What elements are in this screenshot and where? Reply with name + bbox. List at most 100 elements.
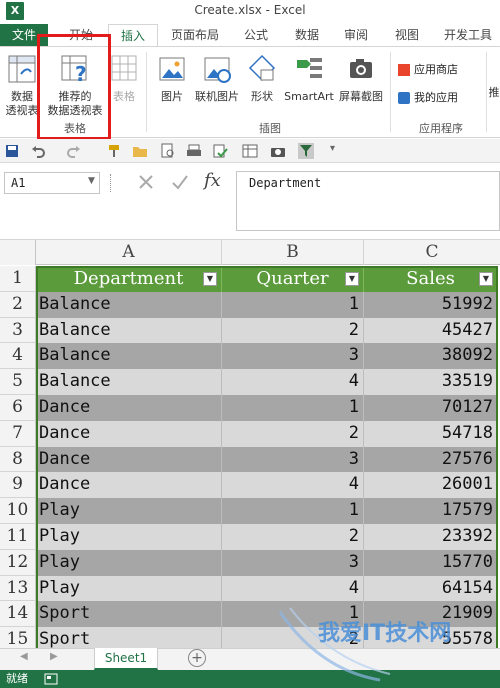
column-header-a[interactable]: A [36, 240, 222, 265]
cancel-formula-icon[interactable] [136, 172, 156, 192]
column-header-b[interactable]: B [222, 240, 364, 265]
cell-quarter[interactable]: 4 [222, 369, 364, 395]
row-header[interactable]: 12 [0, 549, 36, 576]
app-store-button[interactable]: 应用商店 [398, 62, 478, 78]
enter-formula-icon[interactable] [170, 172, 190, 192]
smartart-button[interactable]: SmartArt [282, 54, 336, 104]
cell-sales[interactable]: 23392 [364, 524, 498, 550]
shapes-button[interactable]: 形状 [244, 54, 280, 104]
tab-view[interactable]: 视图 [384, 24, 430, 46]
pivot-table-button[interactable]: 数据 透视表 [2, 54, 42, 118]
my-apps-button[interactable]: 我的应用 [398, 90, 488, 106]
cell-department[interactable]: Balance [36, 369, 222, 395]
spell-check-icon[interactable] [212, 143, 228, 159]
filter-dropdown-icon[interactable]: ▼ [479, 272, 493, 286]
cell-quarter[interactable]: 1 [222, 498, 364, 524]
cell-department[interactable]: Sport [36, 601, 222, 628]
cell-sales[interactable]: 26001 [364, 472, 498, 499]
redo-icon[interactable] [66, 143, 82, 159]
picture-button[interactable]: 图片 [154, 54, 190, 104]
row-header[interactable]: 8 [0, 446, 36, 473]
filter-dropdown-icon[interactable]: ▼ [345, 272, 359, 286]
formula-input[interactable]: Department [236, 171, 500, 231]
print-icon[interactable] [186, 143, 202, 159]
cell-department[interactable]: Dance [36, 420, 222, 447]
row-header[interactable]: 14 [0, 601, 36, 628]
cell-quarter[interactable]: 1 [222, 601, 364, 628]
column-header-c[interactable]: C [364, 240, 500, 265]
cell-department[interactable]: Play [36, 575, 222, 602]
cell-sales[interactable]: 70127 [364, 395, 498, 421]
cell-department[interactable]: Balance [36, 317, 222, 344]
qat-customize-icon[interactable]: ▾ [330, 143, 335, 154]
online-picture-button[interactable]: 联机图片 [192, 54, 242, 104]
cell-sales[interactable]: 45427 [364, 317, 498, 344]
cell-department[interactable]: Play [36, 524, 222, 550]
cell-department[interactable]: Balance [36, 291, 222, 318]
cell-department[interactable]: Dance [36, 472, 222, 499]
cell-sales[interactable]: 33519 [364, 369, 498, 395]
filter-dropdown-icon[interactable]: ▼ [203, 272, 217, 286]
insert-function-icon[interactable]: fx [204, 170, 221, 191]
cell-quarter[interactable]: 4 [222, 575, 364, 602]
row-header[interactable]: 7 [0, 420, 36, 447]
cell-department[interactable]: Play [36, 498, 222, 524]
save-icon[interactable] [4, 143, 20, 159]
cell-quarter[interactable]: 2 [222, 420, 364, 447]
print-preview-icon[interactable] [160, 143, 176, 159]
recommended-chart-button-cut[interactable]: 推 [488, 86, 500, 100]
next-sheet-icon[interactable]: ▶ [50, 651, 58, 662]
cell-department[interactable]: Play [36, 549, 222, 576]
cell-sales[interactable]: 64154 [364, 575, 498, 602]
cell-sales[interactable]: 54718 [364, 420, 498, 447]
tab-data[interactable]: 数据 [284, 24, 330, 46]
cell-sales[interactable]: 17579 [364, 498, 498, 524]
prev-sheet-icon[interactable]: ◀ [20, 651, 28, 662]
cell-sales[interactable]: 51992 [364, 291, 498, 318]
sheet-tab-sheet1[interactable]: Sheet1 [94, 648, 158, 670]
row-header[interactable]: 6 [0, 395, 36, 421]
table-button[interactable]: 表格 [108, 54, 140, 104]
row-header[interactable]: 1 [0, 266, 36, 292]
open-folder-icon[interactable] [132, 143, 148, 159]
format-painter-icon[interactable] [106, 143, 122, 159]
cell-sales[interactable]: 15770 [364, 549, 498, 576]
filter-icon[interactable] [298, 143, 314, 159]
row-header[interactable]: 11 [0, 524, 36, 550]
name-box-dropdown-icon[interactable]: ▼ [88, 176, 95, 186]
cell-sales[interactable]: 38092 [364, 343, 498, 370]
cell-quarter[interactable]: 3 [222, 549, 364, 576]
tab-review[interactable]: 审阅 [332, 24, 380, 46]
table-header-cell[interactable]: Sales ▼ [364, 266, 498, 292]
select-all-corner[interactable] [0, 240, 36, 265]
cell-quarter[interactable]: 1 [222, 291, 364, 318]
screenshot-button[interactable]: 屏幕截图 [336, 54, 386, 104]
cell-quarter[interactable]: 2 [222, 317, 364, 344]
row-header[interactable]: 10 [0, 498, 36, 524]
cell-sales[interactable]: 21909 [364, 601, 498, 628]
row-header[interactable]: 4 [0, 343, 36, 370]
undo-icon[interactable] [30, 143, 46, 159]
row-header[interactable]: 2 [0, 291, 36, 318]
macro-record-icon[interactable] [44, 673, 58, 685]
cell-department[interactable]: Dance [36, 446, 222, 473]
camera-small-icon[interactable] [270, 143, 286, 159]
tab-formulas[interactable]: 公式 [232, 24, 280, 46]
row-header[interactable]: 5 [0, 369, 36, 395]
table-header-cell[interactable]: Quarter ▼ [222, 266, 364, 292]
cell-department[interactable]: Balance [36, 343, 222, 370]
table-header-cell[interactable]: Department ▼ [36, 266, 222, 292]
cell-quarter[interactable]: 2 [222, 524, 364, 550]
add-sheet-icon[interactable]: + [188, 649, 206, 667]
table-grid-icon[interactable] [242, 143, 258, 159]
cell-quarter[interactable]: 3 [222, 446, 364, 473]
cell-quarter[interactable]: 4 [222, 472, 364, 499]
cell-sales[interactable]: 27576 [364, 446, 498, 473]
tab-developer[interactable]: 开发工具 [436, 24, 500, 46]
cell-quarter[interactable]: 3 [222, 343, 364, 370]
cell-department[interactable]: Dance [36, 395, 222, 421]
tab-page-layout[interactable]: 页面布局 [160, 24, 230, 46]
name-box[interactable]: A1 [4, 172, 100, 194]
tab-insert[interactable]: 插入 [108, 24, 158, 47]
row-header[interactable]: 3 [0, 317, 36, 344]
